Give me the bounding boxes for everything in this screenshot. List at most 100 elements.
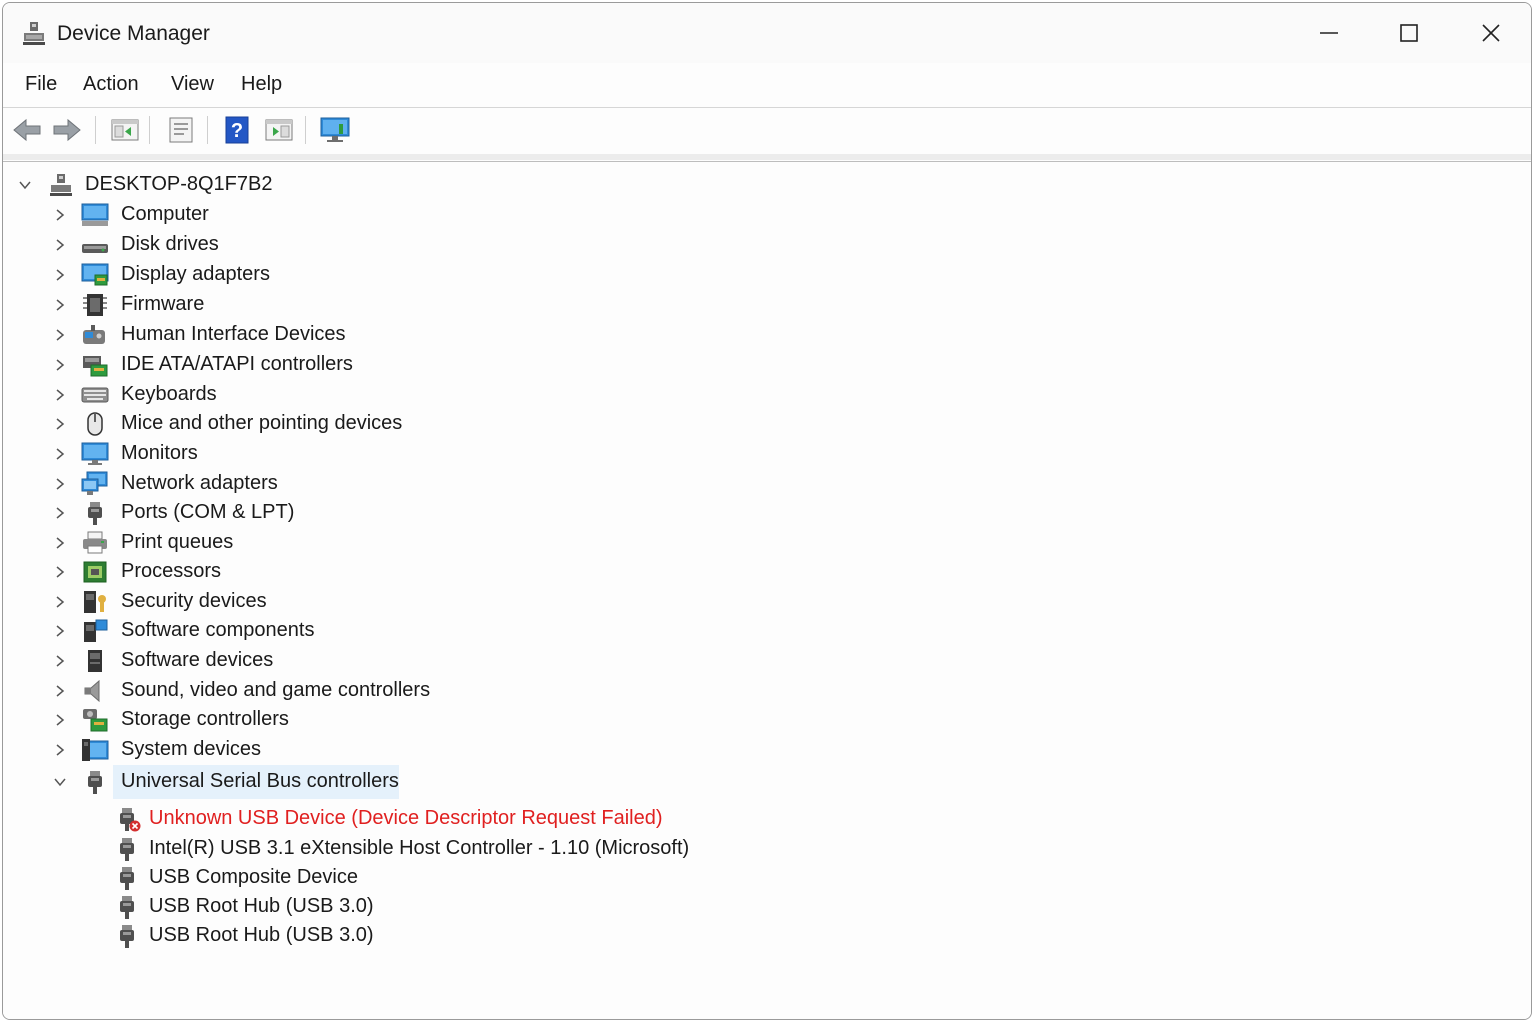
chevron-right-icon[interactable] xyxy=(52,476,68,492)
tree-category-label: Universal Serial Bus controllers xyxy=(121,770,399,792)
tree-category-item[interactable]: Computer xyxy=(3,200,1531,230)
chevron-right-icon[interactable] xyxy=(52,237,68,253)
tree-category-label: Software devices xyxy=(121,649,274,671)
chevron-right-icon[interactable] xyxy=(52,446,68,462)
computer-root-icon xyxy=(50,174,72,196)
usb-device-item[interactable]: USB Composite Device xyxy=(3,863,1531,893)
software-device-icon xyxy=(88,650,102,672)
chevron-right-icon[interactable] xyxy=(52,594,68,610)
tree-category-item[interactable]: Disk drives xyxy=(3,230,1531,260)
tree-category-item[interactable]: Software devices xyxy=(3,646,1531,676)
forward-button[interactable] xyxy=(51,114,83,146)
chevron-right-icon[interactable] xyxy=(52,653,68,669)
action-pane-icon xyxy=(265,119,293,141)
network-adapter-icon xyxy=(81,471,108,495)
scan-hardware-button[interactable] xyxy=(319,114,351,146)
usb-device-label: USB Composite Device xyxy=(149,866,358,888)
menu-file[interactable]: File xyxy=(25,73,57,96)
tree-category-label: Computer xyxy=(121,203,209,225)
tree-category-item[interactable]: Human Interface Devices xyxy=(3,320,1531,350)
chevron-down-icon[interactable] xyxy=(52,774,68,790)
tree-category-label: Monitors xyxy=(121,442,198,464)
usb-device-error-item[interactable]: Unknown USB Device (Device Descriptor Re… xyxy=(3,804,1531,834)
tree-category-label: Software components xyxy=(121,619,315,641)
show-hide-console-tree-button[interactable] xyxy=(109,114,141,146)
toolbar-separator xyxy=(149,116,150,144)
tree-category-item[interactable]: Firmware xyxy=(3,290,1531,320)
menu-action[interactable]: Action xyxy=(83,73,139,96)
tree-root-label: DESKTOP-8Q1F7B2 xyxy=(85,173,273,195)
disk-drive-icon xyxy=(82,244,108,253)
processor-icon xyxy=(83,561,107,583)
tree-category-item[interactable]: Processors xyxy=(3,557,1531,587)
maximize-button[interactable] xyxy=(1369,3,1449,63)
chevron-right-icon[interactable] xyxy=(52,505,68,521)
window-title: Device Manager xyxy=(57,22,210,45)
usb-device-item[interactable]: USB Root Hub (USB 3.0) xyxy=(3,892,1531,922)
menu-view[interactable]: View xyxy=(171,73,214,96)
tree-category-label: Ports (COM & LPT) xyxy=(121,501,295,523)
chevron-right-icon[interactable] xyxy=(52,564,68,580)
chevron-down-icon[interactable] xyxy=(17,177,33,193)
close-button[interactable] xyxy=(1451,3,1531,63)
tree-category-item[interactable]: Ports (COM & LPT) xyxy=(3,498,1531,528)
tree-category-label: Security devices xyxy=(121,590,267,612)
tree-category-item[interactable]: IDE ATA/ATAPI controllers xyxy=(3,350,1531,380)
ide-controller-icon xyxy=(83,356,108,377)
tree-category-item[interactable]: Print queues xyxy=(3,528,1531,558)
chevron-right-icon[interactable] xyxy=(52,327,68,343)
toolbar-separator xyxy=(305,116,306,144)
tree-root-node[interactable]: DESKTOP-8Q1F7B2 xyxy=(3,170,1531,200)
tree-category-item[interactable]: Software components xyxy=(3,616,1531,646)
tree-category-item[interactable]: Network adapters xyxy=(3,469,1531,499)
chevron-right-icon[interactable] xyxy=(52,416,68,432)
tree-category-label: Display adapters xyxy=(121,263,270,285)
tree-category-item[interactable]: System devices xyxy=(3,735,1531,765)
close-icon xyxy=(1482,24,1500,42)
tree-category-label: Print queues xyxy=(121,531,234,553)
minimize-button[interactable] xyxy=(1289,3,1369,63)
tree-category-label: Storage controllers xyxy=(121,708,289,730)
menu-bar: File Action View Help xyxy=(3,63,1531,108)
menu-help[interactable]: Help xyxy=(241,73,282,96)
tree-category-label: Mice and other pointing devices xyxy=(121,412,403,434)
chevron-right-icon[interactable] xyxy=(52,297,68,313)
action-pane-button[interactable] xyxy=(263,114,295,146)
tree-category-item[interactable]: Security devices xyxy=(3,587,1531,617)
chevron-right-icon[interactable] xyxy=(52,712,68,728)
tree-category-item[interactable]: Universal Serial Bus controllers xyxy=(3,765,1531,799)
usb-device-item[interactable]: USB Root Hub (USB 3.0) xyxy=(3,921,1531,951)
usb-device-label: Unknown USB Device (Device Descriptor Re… xyxy=(149,807,663,829)
title-bar[interactable]: Device Manager xyxy=(3,3,1531,63)
tree-category-item[interactable]: Display adapters xyxy=(3,260,1531,290)
tree-category-item[interactable]: Mice and other pointing devices xyxy=(3,409,1531,439)
tree-category-item[interactable]: Storage controllers xyxy=(3,705,1531,735)
properties-button[interactable] xyxy=(165,114,197,146)
chevron-right-icon[interactable] xyxy=(52,357,68,373)
chevron-right-icon[interactable] xyxy=(52,742,68,758)
chevron-right-icon[interactable] xyxy=(52,387,68,403)
usb-error-icon xyxy=(120,808,141,832)
back-button[interactable] xyxy=(11,114,43,146)
usb-device-label: USB Root Hub (USB 3.0) xyxy=(149,895,374,917)
system-device-icon xyxy=(82,739,109,761)
computer-icon xyxy=(81,203,109,226)
storage-controller-icon xyxy=(83,709,108,732)
security-device-icon xyxy=(84,591,106,613)
chevron-right-icon[interactable] xyxy=(52,207,68,223)
tree-category-label: Processors xyxy=(121,560,222,582)
keyboard-icon xyxy=(81,387,109,403)
tree-category-item[interactable]: Monitors xyxy=(3,439,1531,469)
tree-category-item[interactable]: Keyboards xyxy=(3,380,1531,410)
chevron-right-icon[interactable] xyxy=(52,683,68,699)
chevron-right-icon[interactable] xyxy=(52,535,68,551)
tree-category-label: Sound, video and game controllers xyxy=(121,679,431,701)
forward-arrow-icon xyxy=(53,118,81,142)
svg-text:?: ? xyxy=(231,120,243,142)
chevron-right-icon[interactable] xyxy=(52,623,68,639)
usb-device-item[interactable]: Intel(R) USB 3.1 eXtensible Host Control… xyxy=(3,834,1531,864)
chevron-right-icon[interactable] xyxy=(52,267,68,283)
tree-category-item[interactable]: Sound, video and game controllers xyxy=(3,676,1531,706)
help-button[interactable]: ? xyxy=(221,114,253,146)
help-icon: ? xyxy=(225,116,249,144)
